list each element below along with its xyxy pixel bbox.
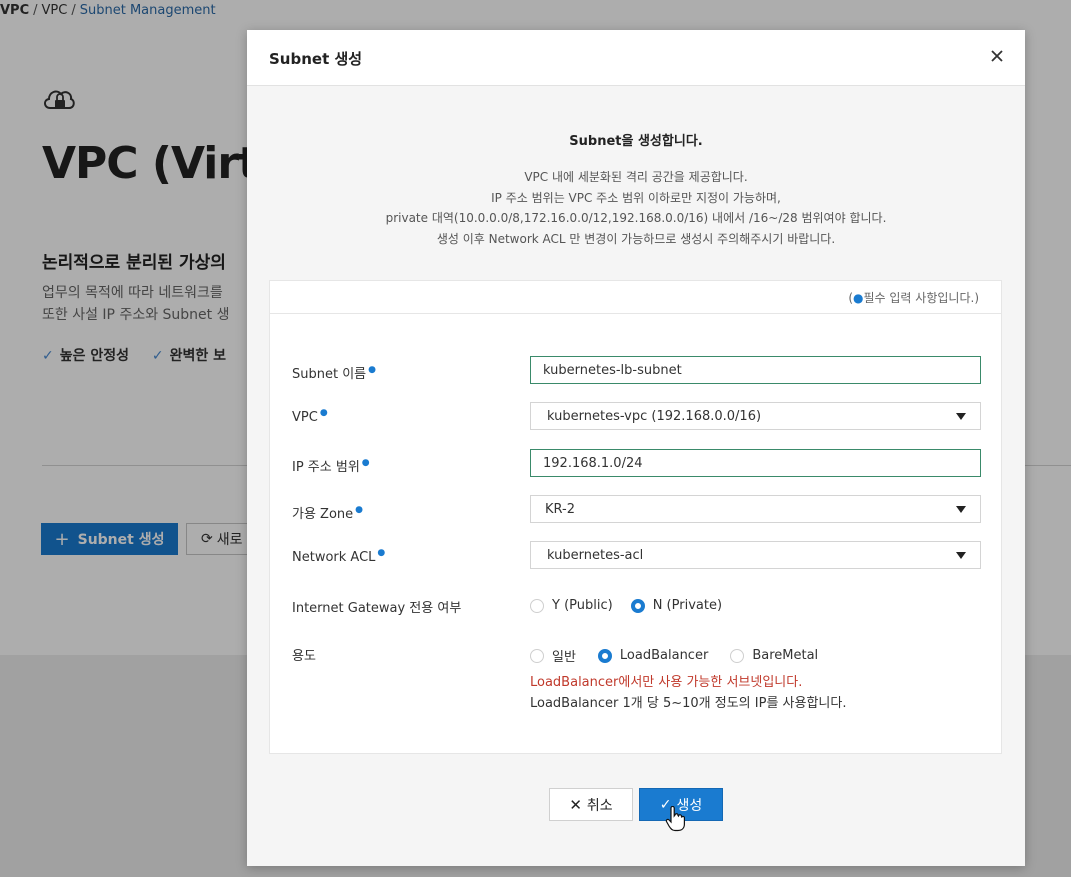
modal-header: Subnet 생성 — [247, 30, 1025, 86]
usage-option-loadbalancer-label: LoadBalancer — [619, 648, 709, 663]
close-icon: ✕ — [569, 795, 582, 814]
required-marker: ● — [319, 408, 328, 418]
radio-unchecked-icon — [530, 598, 544, 613]
radio-unchecked-icon — [730, 648, 745, 663]
close-icon[interactable] — [989, 48, 1005, 64]
cancel-label: 취소 — [586, 797, 613, 814]
required-dot-icon: ● — [853, 291, 864, 305]
zone-select-value: KR-2 — [545, 501, 575, 517]
usage-option-baremetal-label: BareMetal — [752, 648, 819, 663]
subnet-name-label-text: Subnet 이름 — [292, 367, 367, 382]
usage-option-loadbalancer[interactable]: LoadBalancer — [597, 648, 709, 663]
subnet-name-label: Subnet 이름 ● — [292, 363, 376, 382]
caret-down-icon — [956, 505, 966, 513]
vpc-select-value: kubernetes-vpc (192.168.0.0/16) — [547, 408, 762, 424]
ip-range-label: IP 주소 범위 ● — [292, 456, 370, 475]
network-acl-label: Network ACL ● — [292, 548, 386, 565]
usage-option-general[interactable]: 일반 — [530, 646, 576, 665]
igw-option-private-label: N (Private) — [652, 598, 723, 613]
igw-radio-group: Y (Public) N (Private) — [530, 598, 744, 613]
igw-option-public[interactable]: Y (Public) — [530, 598, 613, 613]
required-marker: ● — [355, 505, 364, 515]
intro-line: private 대역(10.0.0.0/8,172.16.0.0/12,192.… — [385, 211, 887, 225]
vpc-select[interactable]: kubernetes-vpc (192.168.0.0/16) — [530, 402, 981, 430]
radio-checked-icon — [597, 648, 612, 663]
usage-label: 용도 — [292, 649, 316, 664]
required-marker: ● — [368, 365, 376, 375]
modal-intro: Subnet을 생성합니다. VPC 내에 세분화된 격리 공간을 제공합니다.… — [247, 130, 1025, 249]
hand-cursor-icon — [665, 806, 685, 832]
vpc-label-text: VPC — [292, 410, 318, 425]
caret-down-icon — [956, 551, 966, 559]
igw-option-private[interactable]: N (Private) — [630, 598, 723, 613]
required-marker: ● — [361, 458, 370, 468]
radio-unchecked-icon — [530, 648, 544, 663]
cancel-button[interactable]: ✕ 취소 — [549, 788, 633, 821]
required-marker: ● — [377, 548, 386, 558]
usage-option-general-label: 일반 — [552, 650, 576, 665]
zone-label: 가용 Zone ● — [292, 503, 363, 522]
caret-down-icon — [956, 412, 966, 420]
intro-heading: Subnet을 생성합니다. — [569, 134, 703, 149]
intro-line: IP 주소 범위는 VPC 주소 범위 이하로만 지정이 가능하며, — [491, 190, 781, 205]
usage-info: LoadBalancer 1개 당 5~10개 정도의 IP를 사용합니다. — [530, 696, 847, 711]
network-acl-select-value: kubernetes-acl — [547, 547, 644, 563]
subnet-form: (●필수 입력 사항입니다.) Subnet 이름● VPC● kubernet… — [269, 280, 1002, 754]
usage-radio-group: 일반 LoadBalancer BareMetal — [530, 646, 840, 665]
igw-option-public-label: Y (Public) — [552, 598, 613, 613]
zone-label-text: 가용 Zone — [292, 507, 354, 522]
network-acl-label-text: Network ACL — [292, 550, 376, 565]
igw-label: Internet Gateway 전용 여부 — [292, 601, 462, 616]
modal-title: Subnet 생성 — [269, 50, 363, 68]
required-note-text: 필수 입력 사항입니다. — [863, 291, 975, 305]
required-note: (●필수 입력 사항입니다.) — [848, 291, 979, 305]
ip-range-input[interactable] — [530, 449, 981, 477]
usage-option-baremetal[interactable]: BareMetal — [730, 648, 818, 663]
usage-warning: LoadBalancer에서만 사용 가능한 서브넷입니다. — [530, 675, 803, 690]
radio-checked-icon — [630, 598, 645, 613]
intro-line: VPC 내에 세분화된 격리 공간을 제공합니다. — [524, 170, 748, 184]
network-acl-select[interactable]: kubernetes-acl — [530, 541, 981, 569]
zone-select[interactable]: KR-2 — [530, 495, 981, 523]
form-divider — [270, 313, 1001, 314]
subnet-create-modal: Subnet 생성 Subnet을 생성합니다. VPC 내에 세분화된 격리 … — [247, 30, 1025, 866]
subnet-name-input[interactable] — [530, 356, 981, 384]
ip-range-label-text: IP 주소 범위 — [292, 460, 360, 475]
vpc-label: VPC ● — [292, 408, 328, 425]
intro-line: 생성 이후 Network ACL 만 변경이 가능하므로 생성시 주의해주시기… — [436, 231, 836, 246]
